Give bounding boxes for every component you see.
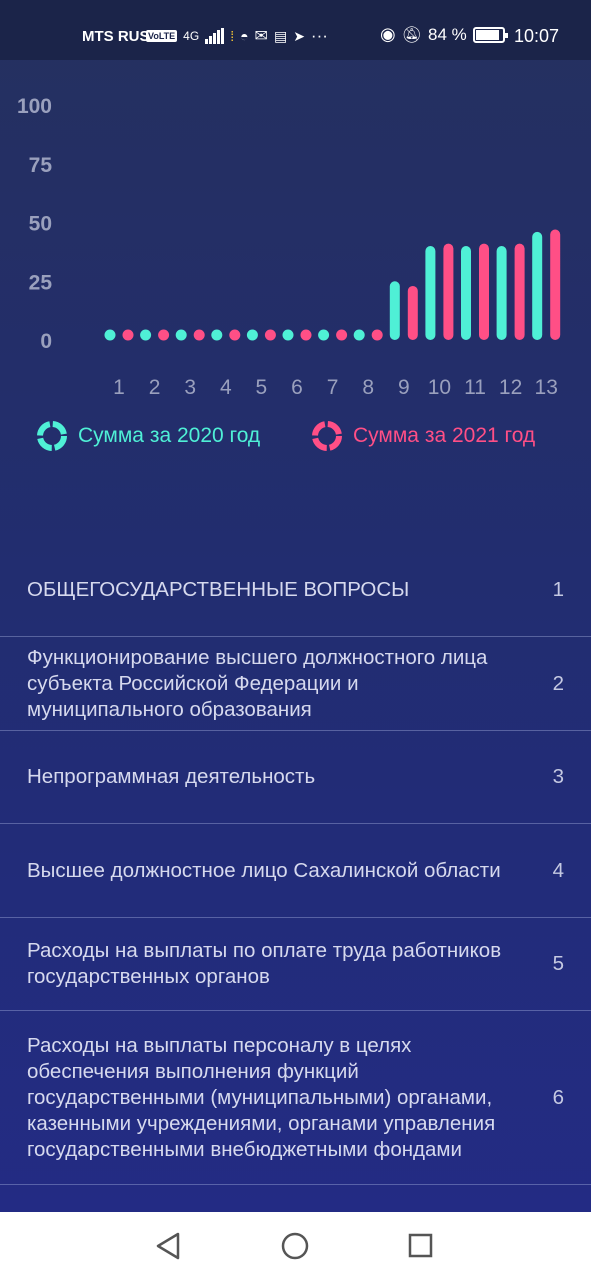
budget-list: ОБЩЕГОСУДАРСТВЕННЫЕ ВОПРОСЫ 1 Функционир… — [0, 544, 591, 1185]
bar-2020-4 — [211, 329, 223, 341]
legend-item-2020[interactable]: Сумма за 2020 год — [36, 420, 260, 452]
news-icon: ▤ — [273, 27, 288, 44]
bar-2021-2 — [158, 329, 170, 341]
x-tick-label: 12 — [499, 376, 522, 399]
status-icons-left: VoLTE 4G ⁞ ◓ ✉ ▤ ➤ ··· — [146, 26, 328, 46]
clock: 10:07 — [514, 26, 560, 46]
y-tick-label: 0 — [40, 330, 52, 353]
battery-percent: 84 % — [428, 24, 467, 44]
x-tick-label: 8 — [362, 376, 374, 399]
bar-2020-3 — [175, 329, 187, 341]
signal-icon — [205, 28, 225, 44]
system-nav-bar — [0, 1212, 591, 1280]
bar-2020-10 — [425, 246, 436, 340]
bar-2020-2 — [140, 329, 152, 341]
legend-label-2021: Сумма за 2021 год — [353, 424, 536, 447]
list-item-number: 3 — [552, 765, 564, 788]
carrier-name: MTS RUS — [82, 28, 150, 45]
bar-2021-6 — [300, 329, 312, 341]
x-tick-label: 2 — [149, 376, 161, 399]
list-item[interactable]: Расходы на выплаты персоналу в целях обе… — [0, 1011, 591, 1185]
y-tick-label: 75 — [29, 154, 53, 177]
bar-2020-7 — [318, 329, 330, 341]
bar-chart-svg: 02550751001 2 3 4 5 6 7 8 9 10 11 12 13 — [17, 95, 561, 399]
bar-chart: 0 25 50 75 100 1 2 3 4 5 6 7 8 9 10 11 12 13 — [0, 60, 591, 480]
bar-2020-6 — [282, 329, 294, 341]
bar-2021-4 — [229, 329, 241, 341]
list-item[interactable]: Высшее должностное лицо Сахалинской обла… — [0, 824, 591, 918]
x-tick-label: 1 — [113, 376, 125, 399]
bar-2020-11 — [461, 246, 471, 340]
list-item-number: 5 — [552, 952, 564, 975]
volte-badge: VoLTE — [146, 30, 178, 42]
list-item-number: 2 — [552, 671, 564, 695]
list-item-title: Высшее должностное лицо Сахалинской обла… — [27, 858, 501, 882]
bar-2020-5 — [246, 329, 258, 341]
list-item[interactable]: ОБЩЕГОСУДАРСТВЕННЫЕ ВОПРОСЫ 1 — [0, 544, 591, 637]
list-item[interactable]: Непрограммная деятельность 3 — [0, 731, 591, 824]
status-bar: MTS RUS VoLTE 4G ⁞ ◓ ✉ ▤ ➤ ··· ◉ 🔕︎ 84 %… — [0, 0, 591, 60]
list-item-number: 4 — [552, 858, 564, 882]
legend-label-2020: Сумма за 2020 год — [78, 424, 261, 447]
y-tick-label: 100 — [17, 95, 52, 118]
list-item-title: ОБЩЕГОСУДАРСТВЕННЫЕ ВОПРОСЫ — [27, 578, 410, 601]
audio-icon: ⁞ — [230, 28, 235, 44]
ring-icon — [37, 421, 67, 451]
x-tick-label: 9 — [398, 376, 410, 399]
status-icons-right: ◉ 🔕︎ 84 % — [380, 24, 508, 45]
list-item-title: Функционирование высшего должностного ли… — [27, 645, 488, 721]
bar-2020-13 — [532, 231, 543, 340]
back-triangle-icon[interactable] — [156, 1232, 180, 1260]
bar-2020-12 — [496, 246, 507, 340]
bar-2021-9 — [407, 285, 418, 340]
bar-2021-3 — [193, 329, 205, 341]
bar-2020-9 — [389, 281, 400, 340]
list-item-number: 1 — [552, 578, 564, 601]
bar-2021-7 — [336, 329, 348, 341]
chart-legend: Сумма за 2020 год Сумма за 2021 год — [0, 420, 591, 452]
x-tick-label: 11 — [464, 376, 486, 399]
x-tick-label: 6 — [291, 376, 303, 399]
more-notifications-icon: ··· — [310, 26, 328, 45]
x-tick-label: 5 — [256, 376, 268, 399]
telegram-icon: ➤ — [293, 27, 305, 44]
list-item[interactable]: Функционирование высшего должностного ли… — [0, 637, 591, 731]
mail-icon: ✉ — [254, 28, 268, 45]
list-item-title: Непрограммная деятельность — [27, 765, 316, 788]
bar-2021-5 — [264, 329, 276, 341]
bar-2020-8 — [353, 329, 365, 341]
x-tick-label: 4 — [220, 376, 232, 399]
mute-bell-icon: 🔕︎ — [401, 26, 423, 44]
y-tick-label: 50 — [29, 213, 52, 236]
list-item-title: Расходы на выплаты персоналу в целях обе… — [27, 1033, 496, 1161]
bar-2021-12 — [514, 243, 525, 340]
bar-2021-11 — [479, 243, 489, 340]
incognito-icon: ◓ — [240, 28, 249, 44]
list-item-number: 6 — [552, 1085, 564, 1109]
list-item[interactable]: Расходы на выплаты по оплате труда работ… — [0, 918, 591, 1011]
bar-2021-8 — [371, 329, 383, 341]
bar-2021-13 — [550, 229, 561, 340]
ring-icon — [312, 421, 342, 451]
x-tick-label: 3 — [184, 376, 196, 399]
network-type: 4G — [183, 29, 200, 43]
x-tick-label: 13 — [535, 376, 558, 399]
y-tick-label: 25 — [29, 271, 53, 294]
recents-square-icon[interactable] — [408, 1233, 433, 1258]
x-tick-label: 10 — [428, 376, 451, 399]
bar-2021-1 — [122, 329, 134, 341]
bar-2021-10 — [443, 243, 454, 340]
list-item-title: Расходы на выплаты по оплате труда работ… — [27, 939, 502, 988]
battery-icon — [472, 26, 508, 43]
nav-icons — [156, 1232, 433, 1260]
eye-icon: ◉ — [380, 24, 396, 44]
home-circle-icon[interactable] — [281, 1232, 309, 1260]
bar-2020-1 — [104, 329, 116, 341]
legend-item-2021[interactable]: Сумма за 2021 год — [311, 420, 535, 452]
x-tick-label: 7 — [327, 376, 339, 399]
